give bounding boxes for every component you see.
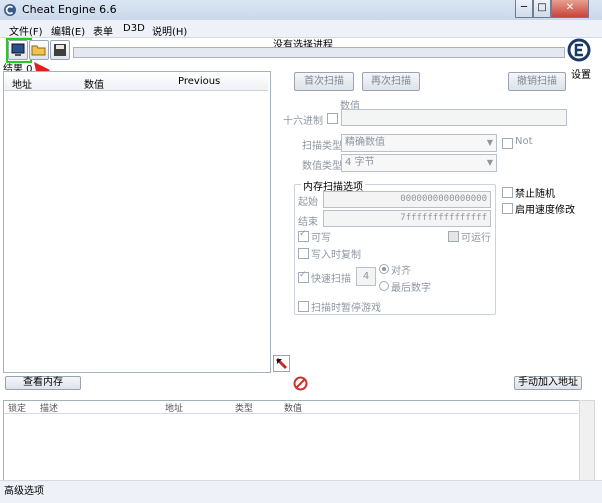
menu-edit[interactable]: 编辑(E) bbox=[51, 23, 85, 38]
column-address[interactable]: 地址 bbox=[165, 401, 183, 414]
floppy-disk-icon bbox=[54, 44, 66, 56]
fast-scan-alignment-input[interactable]: 4 bbox=[356, 267, 376, 286]
minimize-button[interactable]: ─ bbox=[515, 0, 533, 18]
value-type-select[interactable]: 4 字节 ▼ bbox=[341, 154, 497, 172]
undo-scan-button[interactable]: 撤销扫描 bbox=[508, 72, 566, 91]
column-value[interactable]: 数值 bbox=[84, 76, 104, 91]
copy-on-write-label: 写入时复制 bbox=[311, 250, 361, 261]
disable-random-label: 禁止随机 bbox=[515, 189, 555, 200]
results-list-header bbox=[4, 72, 268, 91]
pause-game-checkbox[interactable] bbox=[298, 301, 309, 312]
column-lock[interactable]: 锁定 bbox=[8, 401, 26, 414]
select-process-button[interactable] bbox=[8, 40, 28, 60]
scan-type-select[interactable]: 精确数值 ▼ bbox=[341, 134, 497, 152]
scan-type-value: 精确数值 bbox=[345, 137, 385, 148]
results-list[interactable] bbox=[3, 71, 271, 373]
status-bar bbox=[0, 480, 602, 503]
disable-random-checkbox[interactable] bbox=[502, 187, 513, 198]
align-radio[interactable] bbox=[379, 264, 389, 274]
last-digits-label: 最后数字 bbox=[391, 283, 431, 294]
hex-label: 十六进制 bbox=[283, 116, 323, 127]
advanced-options-link[interactable]: 高级选项 bbox=[4, 482, 44, 497]
settings-label[interactable]: 设置 bbox=[571, 66, 591, 81]
cheat-engine-logo-icon bbox=[4, 4, 16, 16]
start-label: 起始 bbox=[298, 197, 318, 208]
add-address-button[interactable]: 手动加入地址 bbox=[514, 376, 582, 390]
column-previous[interactable]: Previous bbox=[178, 76, 220, 87]
menu-table[interactable]: 表单 bbox=[93, 23, 113, 38]
column-type[interactable]: 类型 bbox=[235, 401, 253, 414]
fast-scan-checkbox[interactable] bbox=[298, 270, 309, 283]
menu-d3d[interactable]: D3D bbox=[123, 23, 145, 34]
hex-checkbox[interactable] bbox=[327, 113, 338, 124]
computer-icon bbox=[11, 43, 25, 56]
writable-checkbox[interactable] bbox=[298, 229, 309, 242]
address-list-scrollbar[interactable] bbox=[579, 400, 595, 482]
first-scan-button[interactable]: 首次扫描 bbox=[294, 72, 354, 91]
no-entry-icon bbox=[293, 376, 308, 391]
save-button[interactable] bbox=[50, 40, 70, 60]
copy-on-write-checkbox[interactable] bbox=[298, 248, 309, 259]
menu-help[interactable]: 说明(H) bbox=[152, 23, 187, 38]
executable-checkbox[interactable] bbox=[448, 231, 459, 242]
pointer-scan-button[interactable] bbox=[273, 355, 290, 372]
last-digits-radio[interactable] bbox=[379, 281, 389, 291]
column-value[interactable]: 数值 bbox=[284, 401, 302, 414]
close-button[interactable]: ✕ bbox=[551, 0, 589, 18]
folder-open-icon bbox=[31, 45, 46, 56]
clear-list-button[interactable] bbox=[293, 376, 308, 391]
chevron-down-icon: ▼ bbox=[486, 138, 493, 147]
speedhack-checkbox[interactable] bbox=[502, 203, 513, 214]
value-input[interactable] bbox=[341, 109, 567, 126]
stop-address-input[interactable]: 7fffffffffffffff bbox=[323, 210, 491, 227]
align-label: 对齐 bbox=[391, 266, 411, 277]
column-address[interactable]: 地址 bbox=[12, 76, 32, 91]
pause-game-label: 扫描时暂停游戏 bbox=[311, 303, 381, 314]
stop-label: 结束 bbox=[298, 217, 318, 228]
column-description[interactable]: 描述 bbox=[40, 401, 58, 414]
next-scan-button[interactable]: 再次扫描 bbox=[362, 72, 420, 91]
not-checkbox[interactable] bbox=[502, 138, 513, 149]
not-label: Not bbox=[515, 136, 533, 147]
executable-label: 可运行 bbox=[461, 233, 491, 244]
settings-logo-icon[interactable] bbox=[567, 38, 591, 66]
start-address-input[interactable]: 0000000000000000 bbox=[323, 191, 491, 208]
scan-type-label: 扫描类型 bbox=[302, 141, 342, 152]
window-title: Cheat Engine 6.6 bbox=[22, 3, 117, 16]
chevron-down-icon: ▼ bbox=[486, 158, 493, 167]
speedhack-label: 启用速度修改 bbox=[515, 205, 575, 216]
value-type-label: 数值类型 bbox=[302, 161, 342, 172]
writable-label: 可写 bbox=[311, 233, 331, 244]
maximize-button[interactable]: □ bbox=[533, 0, 551, 18]
menu-file[interactable]: 文件(F) bbox=[9, 23, 43, 38]
scan-progress-bar bbox=[73, 47, 565, 58]
open-file-button[interactable] bbox=[29, 40, 49, 60]
fast-scan-label: 快速扫描 bbox=[311, 274, 351, 285]
value-type-value: 4 字节 bbox=[345, 157, 375, 168]
view-memory-button[interactable]: 查看内存 bbox=[5, 376, 81, 390]
arrow-pointer-icon bbox=[275, 357, 288, 370]
